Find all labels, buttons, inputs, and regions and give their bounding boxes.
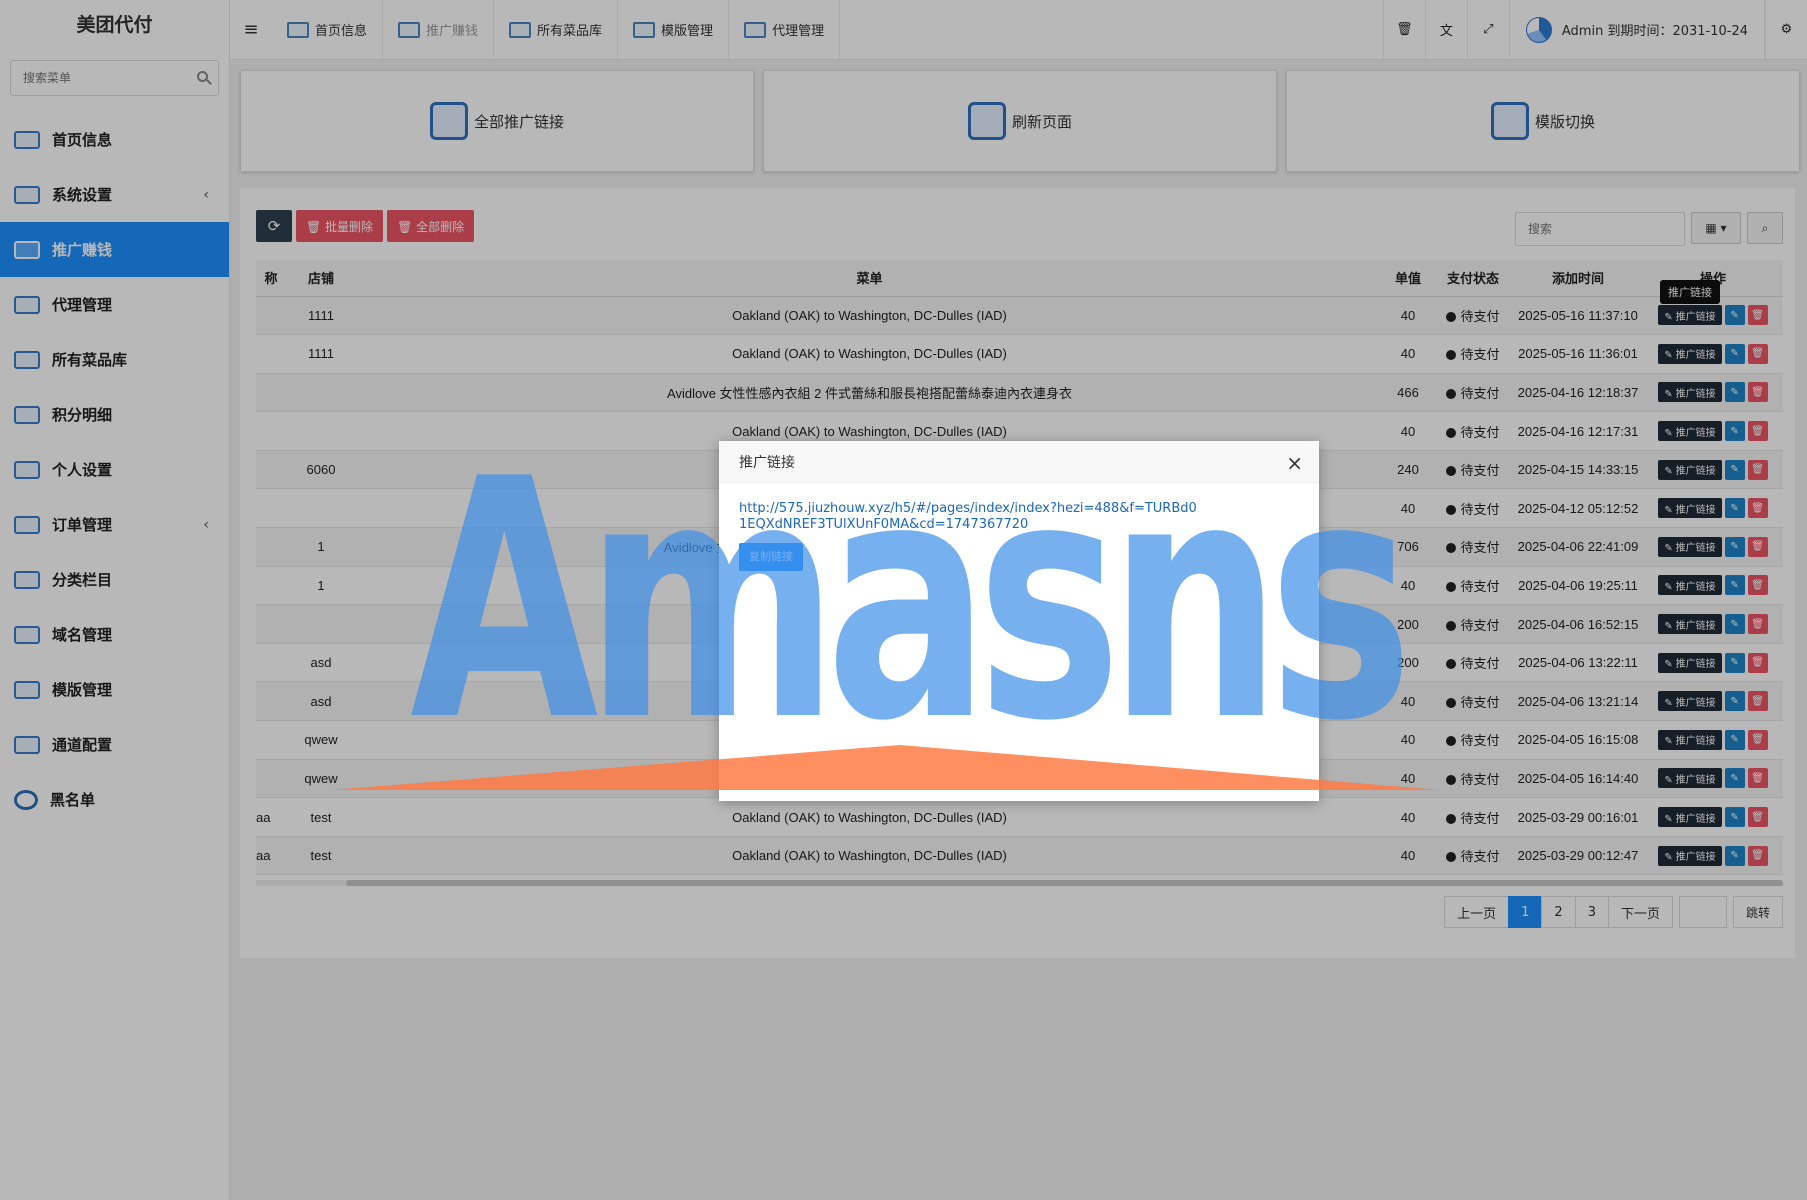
close-icon[interactable]: × — [1286, 451, 1303, 475]
modal-body: http://575.jiuzhouw.xyz/h5/#/pages/index… — [719, 483, 1319, 589]
copy-link-button[interactable]: 复制链接 — [739, 543, 803, 571]
modal-header: 推广链接 — [719, 441, 1319, 483]
promo-link-modal: 推广链接 × http://575.jiuzhouw.xyz/h5/#/page… — [719, 441, 1319, 801]
modal-title: 推广链接 — [739, 454, 795, 471]
promo-link-text[interactable]: http://575.jiuzhouw.xyz/h5/#/pages/index… — [739, 501, 1199, 533]
